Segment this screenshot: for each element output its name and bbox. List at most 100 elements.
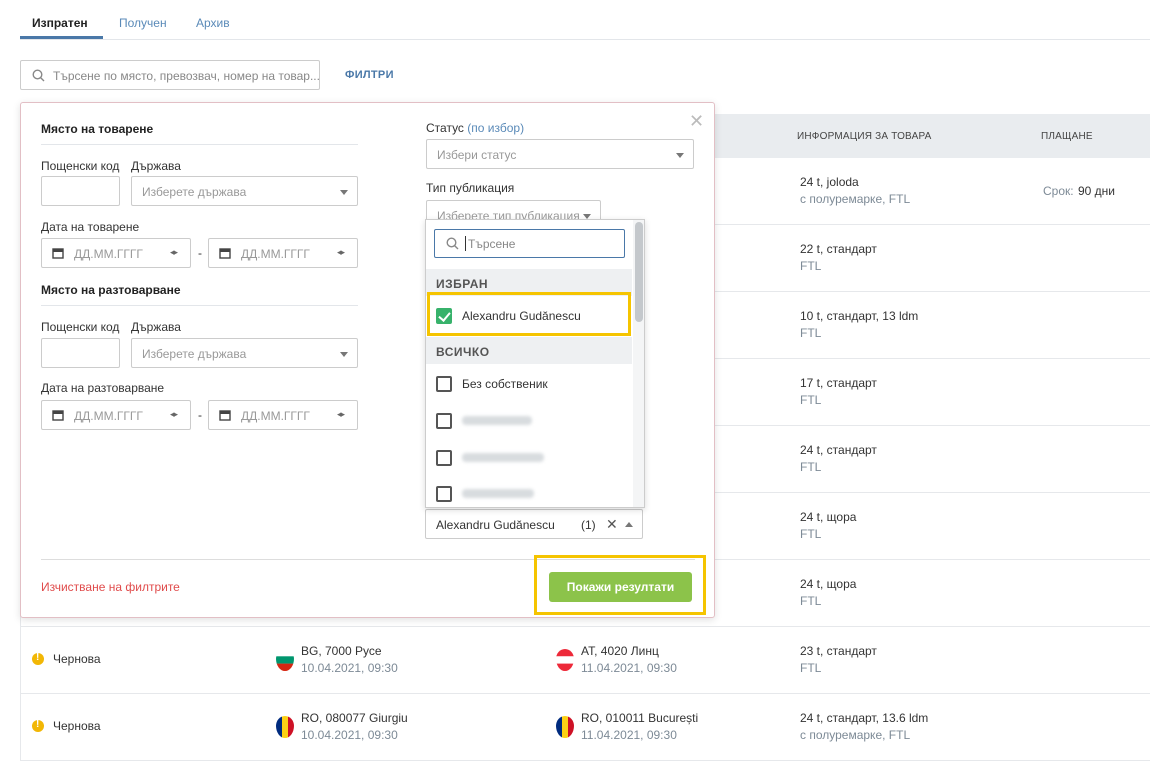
- cargo-info: 23 t, стандарт: [800, 644, 877, 658]
- loading-country-label: Държава: [131, 159, 181, 173]
- unloading-date-to[interactable]: ДД.ММ.ГГГГ ◂▸: [208, 400, 358, 430]
- loading-date-from[interactable]: ДД.ММ.ГГГГ ◂▸: [41, 238, 191, 268]
- dropdown-search-placeholder: Търсене: [468, 237, 516, 251]
- owner-select-count: (1): [581, 518, 596, 532]
- cargo-sub: с полуремарке, FTL: [800, 728, 911, 742]
- show-results-button[interactable]: Покажи резултати: [549, 572, 692, 602]
- origin: BG, 7000 Русе: [301, 644, 382, 658]
- dropdown-search-input[interactable]: Търсене: [434, 229, 625, 258]
- tab-archive[interactable]: Архив: [196, 16, 230, 30]
- tabs-bar: Изпратен Получен Архив: [20, 0, 1150, 40]
- draft-warning-icon: [32, 719, 44, 732]
- chevron-down-icon: [340, 352, 348, 357]
- unloading-country-select[interactable]: Изберете държава: [131, 338, 358, 368]
- destination-date: 11.04.2021, 09:30: [581, 661, 677, 675]
- payment-value: 90 дни: [1078, 184, 1116, 198]
- status-placeholder: Избери статус: [437, 148, 517, 162]
- table-row[interactable]: Чернова BG, 7000 Русе 10.04.2021, 09:30 …: [20, 627, 1150, 694]
- group-label: ВСИЧКО: [436, 345, 490, 359]
- cargo-info: 24 t, joloda: [800, 175, 859, 189]
- calendar-icon: [52, 248, 64, 259]
- status-label-text: Статус: [426, 121, 464, 135]
- at-flag-icon: [556, 649, 574, 671]
- search-icon: [446, 237, 459, 250]
- unloading-date-label: Дата на разтоварване: [41, 381, 165, 395]
- stepper-icon[interactable]: ◂▸: [170, 247, 178, 258]
- cargo-info: 24 t, стандарт: [800, 443, 877, 457]
- header-payment: ПЛАЩАНЕ: [1041, 131, 1093, 142]
- checkbox[interactable]: [436, 413, 452, 429]
- list-item[interactable]: Без собственик: [426, 366, 632, 402]
- status-optional: (по избор): [467, 121, 525, 135]
- owner-select[interactable]: Alexandru Gudănescu (1) ✕: [425, 509, 643, 539]
- unloading-postcode-input[interactable]: [41, 338, 120, 368]
- ro-flag-icon: [276, 716, 294, 738]
- tab-received[interactable]: Получен: [119, 16, 167, 30]
- date-placeholder: ДД.ММ.ГГГГ: [241, 247, 310, 261]
- publication-label: Тип публикация: [426, 181, 515, 195]
- close-icon[interactable]: ✕: [689, 111, 704, 132]
- stepper-icon[interactable]: ◂▸: [337, 409, 345, 420]
- filters-link[interactable]: ФИЛТРИ: [345, 69, 394, 81]
- owner-dropdown: Търсене ИЗБРАН Alexandru Gudănescu ВСИЧК…: [425, 219, 645, 508]
- cargo-sub: FTL: [800, 594, 822, 608]
- scrollbar-thumb[interactable]: [635, 222, 643, 322]
- text-cursor: [465, 236, 466, 251]
- calendar-icon: [219, 248, 231, 259]
- origin-date: 10.04.2021, 09:30: [301, 661, 398, 675]
- search-placeholder: Търсене по място, превозвач, номер на то…: [53, 69, 320, 83]
- unloading-country-label: Държава: [131, 320, 181, 334]
- chevron-up-icon[interactable]: [625, 522, 633, 527]
- tab-sent[interactable]: Изпратен: [32, 16, 88, 30]
- checkbox[interactable]: [436, 486, 452, 502]
- clear-icon[interactable]: ✕: [606, 516, 618, 533]
- cargo-info: 22 t, стандарт: [800, 242, 877, 256]
- origin-date: 10.04.2021, 09:30: [301, 728, 398, 742]
- unloading-section-title: Място на разтоварване: [41, 283, 181, 297]
- bg-flag-icon: [276, 649, 294, 671]
- cargo-sub: FTL: [800, 661, 822, 675]
- group-label: ИЗБРАН: [436, 277, 489, 291]
- list-item[interactable]: [426, 403, 632, 439]
- stepper-icon[interactable]: ◂▸: [170, 409, 178, 420]
- cargo-sub: FTL: [800, 393, 822, 407]
- calendar-icon: [219, 410, 231, 421]
- unloading-date-from[interactable]: ДД.ММ.ГГГГ ◂▸: [41, 400, 191, 430]
- checkbox[interactable]: [436, 450, 452, 466]
- checkbox[interactable]: [436, 376, 452, 392]
- destination: RO, 010011 București: [581, 711, 699, 725]
- chevron-down-icon: [676, 153, 684, 158]
- clear-filters-link[interactable]: Изчистване на филтрите: [41, 580, 180, 594]
- list-item-label: Без собственик: [462, 377, 548, 391]
- cargo-info: 10 t, стандарт, 13 ldm: [800, 309, 919, 323]
- owner-select-value: Alexandru Gudănescu: [436, 518, 555, 532]
- cargo-info: 24 t, щора: [800, 577, 857, 591]
- loading-date-to[interactable]: ДД.ММ.ГГГГ ◂▸: [208, 238, 358, 268]
- unloading-postcode-label: Пощенски код: [41, 320, 120, 334]
- header-cargo-info: ИНФОРМАЦИЯ ЗА ТОВАРА: [797, 131, 932, 142]
- table-row[interactable]: Чернова RO, 080077 Giurgiu 10.04.2021, 0…: [20, 694, 1150, 761]
- destination: AT, 4020 Линц: [581, 644, 659, 658]
- cargo-info: 17 t, стандарт: [800, 376, 877, 390]
- date-placeholder: ДД.ММ.ГГГГ: [74, 409, 143, 423]
- loading-postcode-label: Пощенски код: [41, 159, 120, 173]
- divider: [41, 305, 358, 306]
- cargo-sub: FTL: [800, 460, 822, 474]
- search-input[interactable]: Търсене по място, превозвач, номер на то…: [20, 60, 320, 90]
- list-item[interactable]: [426, 440, 632, 476]
- blurred-name: [462, 416, 532, 425]
- loading-postcode-input[interactable]: [41, 176, 120, 206]
- list-item[interactable]: [426, 476, 632, 507]
- loading-section-title: Място на товарене: [41, 122, 154, 136]
- destination-date: 11.04.2021, 09:30: [581, 728, 677, 742]
- cargo-sub: FTL: [800, 259, 822, 273]
- status-text: Чернова: [53, 652, 101, 666]
- ro-flag-icon: [556, 716, 574, 738]
- cargo-sub: с полуремарке, FTL: [800, 192, 911, 206]
- status-select[interactable]: Избери статус: [426, 139, 694, 169]
- loading-country-select[interactable]: Изберете държава: [131, 176, 358, 206]
- stepper-icon[interactable]: ◂▸: [337, 247, 345, 258]
- blurred-name: [462, 453, 544, 462]
- divider: [41, 144, 358, 145]
- range-dash: -: [198, 246, 202, 260]
